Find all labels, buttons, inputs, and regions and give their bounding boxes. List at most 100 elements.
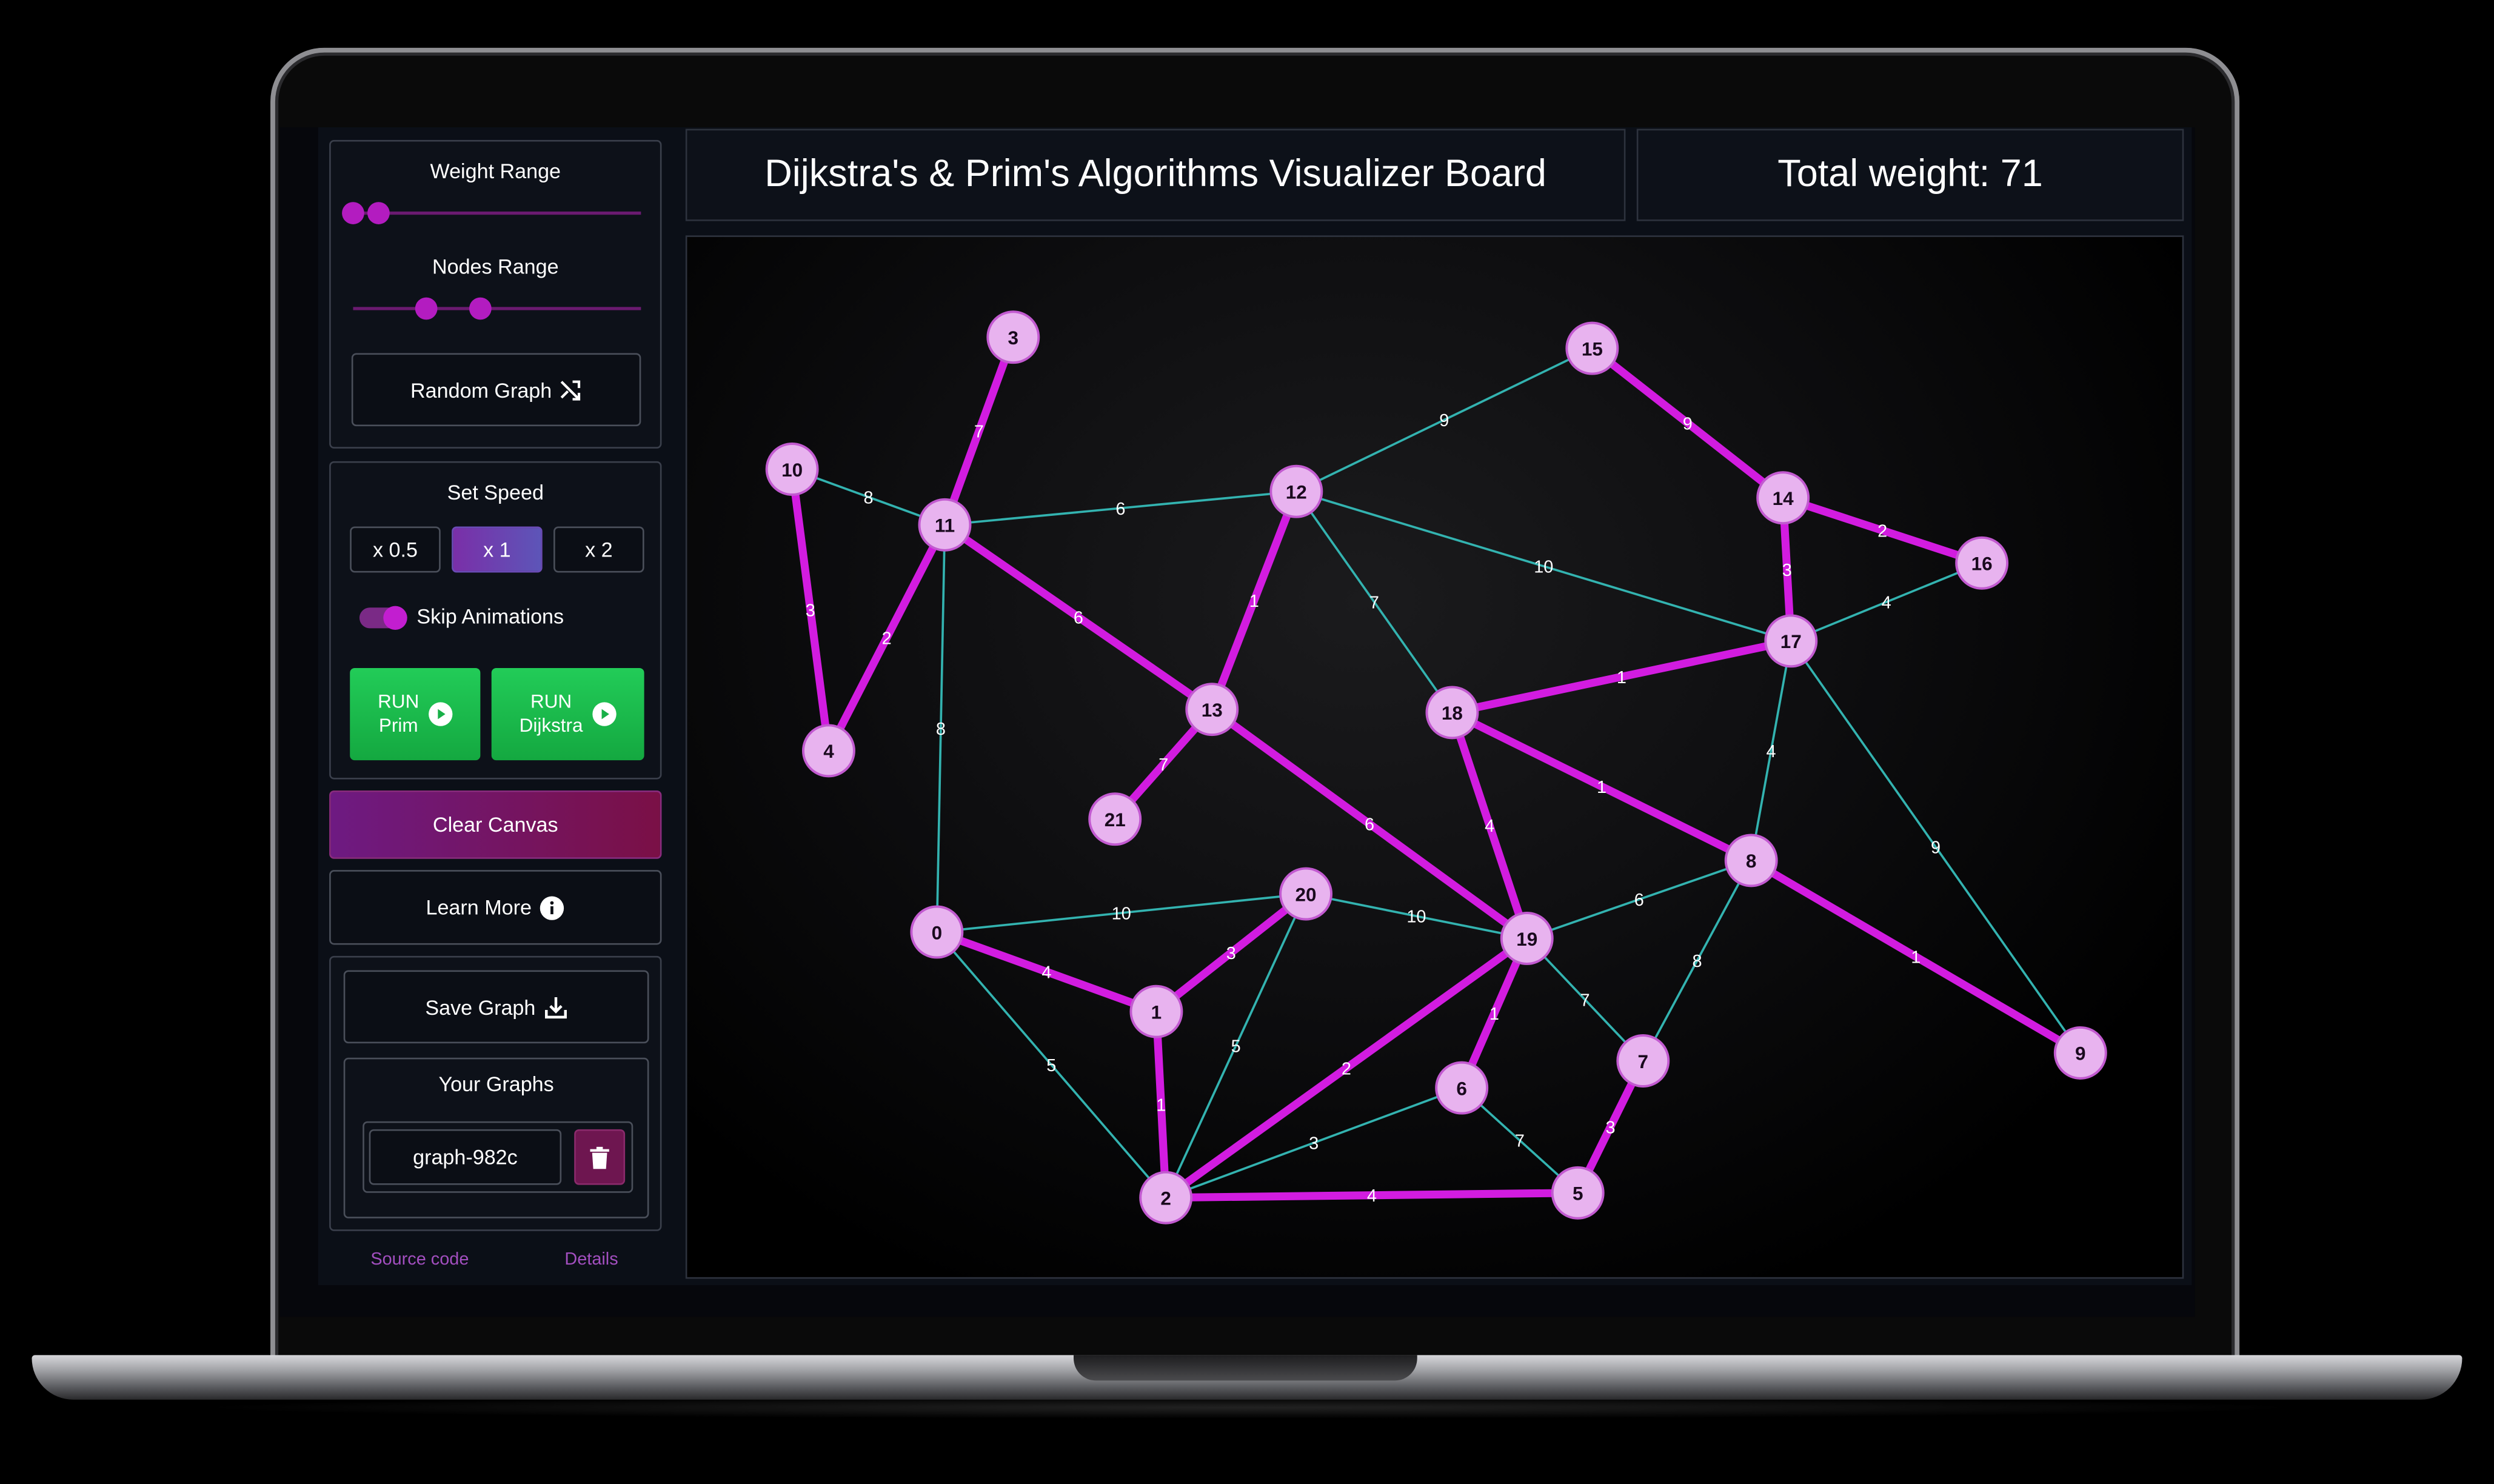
save-graph-button[interactable]: Save Graph — [343, 970, 649, 1044]
graph-node-20[interactable]: 20 — [1279, 867, 1333, 921]
run-prim-text: RUN Prim — [378, 690, 419, 738]
edge-weight-label: 3 — [1226, 944, 1236, 963]
run-prim-line2: Prim — [378, 714, 418, 737]
node-label: 14 — [1773, 488, 1794, 509]
speed-x1-button[interactable]: x 1 — [452, 526, 543, 573]
laptop-notch — [1073, 1355, 1417, 1381]
nodes-range-label: Nodes Range — [432, 254, 559, 279]
weight-range-label: Weight Range — [430, 159, 561, 183]
graph-node-21[interactable]: 21 — [1088, 792, 1142, 846]
graph-node-4[interactable]: 4 — [802, 724, 855, 778]
weight-range-low-thumb[interactable] — [342, 202, 364, 224]
run-dijkstra-button[interactable]: RUN Dijkstra — [491, 667, 644, 761]
node-label: 1 — [1151, 1001, 1162, 1023]
graph-node-17[interactable]: 17 — [1764, 614, 1818, 668]
edge-weight-label: 3 — [1782, 561, 1792, 580]
run-prim-line1: RUN — [378, 690, 420, 713]
graph-node-3[interactable]: 3 — [986, 310, 1040, 364]
graph-node-15[interactable]: 15 — [1565, 321, 1619, 375]
edge-weight-label: 2 — [1877, 521, 1887, 541]
graph-node-9[interactable]: 9 — [2053, 1026, 2107, 1080]
edge-weight-label: 2 — [882, 629, 892, 649]
edge-weight-label: 9 — [1439, 411, 1449, 430]
edge-weight-label: 4 — [1882, 593, 1891, 613]
graph-node-7[interactable]: 7 — [1616, 1034, 1670, 1088]
nodes-range-low-thumb[interactable] — [415, 297, 438, 320]
node-label: 19 — [1516, 929, 1537, 950]
graph-node-6[interactable]: 6 — [1435, 1061, 1489, 1115]
edge-weight-label: 7 — [974, 423, 984, 442]
random-graph-button[interactable]: Random Graph — [351, 353, 641, 427]
node-label: 5 — [1573, 1183, 1583, 1205]
source-code-link[interactable]: Source code — [370, 1250, 469, 1269]
saved-graph-load-button[interactable]: graph-982c — [369, 1129, 562, 1185]
speed-x0.5-button[interactable]: x 0.5 — [350, 526, 441, 573]
node-label: 4 — [823, 741, 834, 762]
graph-node-5[interactable]: 5 — [1551, 1166, 1605, 1220]
nodes-range-high-thumb[interactable] — [469, 297, 492, 320]
node-label: 8 — [1746, 851, 1757, 872]
graph-node-1[interactable]: 1 — [1129, 984, 1183, 1038]
edge-weight-label: 1 — [1597, 778, 1606, 797]
skip-animations-toggle[interactable] — [359, 606, 407, 630]
node-label: 7 — [1638, 1051, 1649, 1072]
edge-weight-label: 3 — [1309, 1134, 1319, 1154]
weight-range-high-thumb[interactable] — [367, 202, 390, 224]
delete-graph-button[interactable] — [574, 1129, 626, 1185]
edge-weight-label: 10 — [1406, 907, 1426, 927]
graph-svg[interactable]: 86897104496810 105573 77326192317614143121… — [687, 237, 2185, 1280]
speed-x2-button[interactable]: x 2 — [553, 526, 644, 573]
edge-weight-label: 4 — [1367, 1186, 1377, 1206]
edge-weight-label: 2 — [1342, 1059, 1351, 1078]
shuffle-icon — [560, 378, 582, 401]
node-label: 10 — [781, 460, 803, 481]
edge-weight-label: 8 — [936, 720, 946, 739]
edge-weight-label: 4 — [1041, 963, 1051, 983]
download-icon — [543, 995, 567, 1018]
learn-more-button[interactable]: Learn More — [329, 870, 662, 945]
node-label: 2 — [1160, 1188, 1171, 1209]
edge-weight-label: 7 — [1515, 1132, 1525, 1151]
graph-node-11[interactable]: 11 — [918, 498, 972, 552]
saved-graphs-panel: Save Graph Your Graphs graph-982c — [329, 955, 662, 1231]
graph-node-18[interactable]: 18 — [1425, 686, 1479, 740]
graph-node-2[interactable]: 2 — [1139, 1171, 1193, 1225]
graph-node-12[interactable]: 12 — [1269, 464, 1323, 518]
graph-node-8[interactable]: 8 — [1724, 834, 1778, 887]
graph-node-16[interactable]: 16 — [1955, 536, 2009, 590]
play-icon — [427, 701, 452, 727]
trash-icon — [590, 1146, 609, 1169]
edge-weight-label: 1 — [1489, 1004, 1499, 1024]
node-label: 18 — [1442, 703, 1463, 724]
run-prim-button[interactable]: RUN Prim — [350, 667, 481, 761]
info-icon — [540, 895, 565, 920]
set-speed-label: Set Speed — [447, 480, 544, 504]
graph-node-14[interactable]: 14 — [1756, 471, 1810, 525]
random-graph-label: Random Graph — [410, 378, 552, 402]
node-label: 9 — [2075, 1043, 2086, 1065]
edge-weight-label: 6 — [1365, 815, 1374, 835]
run-dijkstra-text: RUN Dijkstra — [520, 690, 583, 738]
laptop-shadow — [190, 1396, 2307, 1419]
details-link[interactable]: Details — [564, 1250, 618, 1269]
graph-node-0[interactable]: 0 — [910, 905, 964, 959]
node-label: 17 — [1780, 631, 1802, 652]
graph-canvas[interactable]: 8 6 8 9 7 10 4 4 9 6 8 10 10 5 5 7 3 7 7 3 2 6 1 9 2 3 1 7 6 1 4 1 4 3 1 2 1… — [685, 235, 2185, 1280]
clear-canvas-button[interactable]: Clear Canvas — [329, 790, 662, 859]
edge-weight-label: 1 — [1156, 1096, 1166, 1115]
graph-node-19[interactable]: 19 — [1500, 912, 1554, 965]
edge-weight-label: 8 — [864, 488, 874, 507]
edge-weight-label: 1 — [1911, 948, 1921, 968]
weight-range-track[interactable] — [353, 211, 641, 215]
board-title: Dijkstra's & Prim's Algorithms Visualize… — [685, 129, 1626, 221]
node-label: 20 — [1295, 884, 1317, 905]
run-dijkstra-line2: Dijkstra — [519, 714, 583, 737]
graph-node-10[interactable]: 10 — [765, 443, 819, 496]
edge-weight-label: 10 — [1534, 558, 1553, 577]
edge-weight-label: 1 — [1617, 668, 1626, 687]
edge-weight-label: 1 — [1249, 592, 1259, 611]
edge-weight-label: 3 — [806, 601, 815, 621]
nodes-range-track[interactable] — [353, 307, 641, 310]
node-label: 21 — [1105, 809, 1126, 831]
graph-node-13[interactable]: 13 — [1185, 683, 1239, 737]
